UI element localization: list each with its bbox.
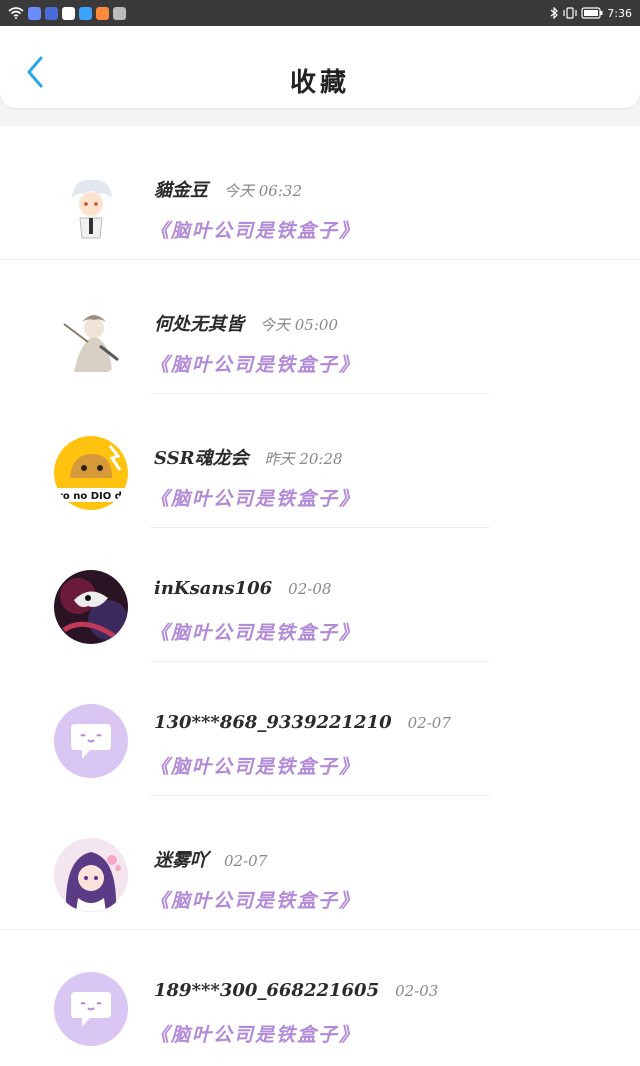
list-item[interactable]: ro no DIO d SSR魂龙会 昨天 20:28 《脑叶公司是铁盒子》 xyxy=(0,394,640,528)
user-name-text: SSR魂龙会 xyxy=(154,448,249,469)
avatar: ro no DIO d xyxy=(54,436,128,510)
favorite-title: 《脑叶公司是铁盒子》 xyxy=(150,756,361,778)
app-icon-3 xyxy=(62,6,75,20)
avatar xyxy=(54,704,128,778)
user-name: 130***868_9339221210 02-07 xyxy=(154,712,451,733)
avatar xyxy=(54,302,128,376)
list-item[interactable]: 貓金豆 今天 06:32 《脑叶公司是铁盒子》 xyxy=(0,126,640,260)
app-icon-2 xyxy=(45,6,58,20)
avatar xyxy=(54,972,128,1046)
page-title: 收藏 xyxy=(289,68,350,98)
user-name: 貓金豆 今天 06:32 xyxy=(154,176,302,202)
user-name: 迷雾吖 02-07 xyxy=(154,846,267,872)
default-avatar-icon xyxy=(54,704,128,778)
favorite-title: 《脑叶公司是铁盒子》 xyxy=(150,622,361,644)
vibrate-icon xyxy=(563,7,577,19)
favorite-time: 02-07 xyxy=(224,852,268,870)
app-icon-5 xyxy=(96,6,109,20)
battery-icon xyxy=(581,7,603,19)
status-bar-left xyxy=(8,6,126,20)
favorite-time: 昨天 20:28 xyxy=(264,450,343,468)
list-item[interactable]: 何处无其皆 今天 05:00 《脑叶公司是铁盒子》 xyxy=(0,260,640,394)
avatar xyxy=(54,168,128,242)
user-name: 何处无其皆 今天 05:00 xyxy=(154,310,338,336)
avatar xyxy=(54,838,128,912)
favorite-title: 《脑叶公司是铁盒子》 xyxy=(150,488,361,510)
header-bar: 收藏 xyxy=(0,26,640,108)
user-name-text: 何处无其皆 xyxy=(154,314,244,335)
status-time: 7:36 xyxy=(607,6,632,20)
user-name: SSR魂龙会 昨天 20:28 xyxy=(154,444,343,470)
favorites-list: 貓金豆 今天 06:32 《脑叶公司是铁盒子》 何处无其皆 今天 05:00 《脑叶… xyxy=(0,126,640,1066)
status-bar-right: 7:36 xyxy=(550,7,632,20)
user-name-text: 貓金豆 xyxy=(154,180,208,201)
user-name: inKsans106 02-08 xyxy=(154,578,331,599)
app-icon-1 xyxy=(28,6,41,20)
app-icon-6 xyxy=(113,6,126,20)
favorite-title: 《脑叶公司是铁盒子》 xyxy=(150,354,361,376)
user-name-text: 189***300_668221605 xyxy=(154,980,380,1001)
favorite-time: 02-08 xyxy=(288,580,332,598)
user-name-text: 130***868_9339221210 xyxy=(154,712,392,733)
favorite-title: 《脑叶公司是铁盒子》 xyxy=(150,220,361,242)
svg-text:ro no DIO d: ro no DIO d xyxy=(58,491,122,502)
user-name-text: inKsans106 xyxy=(154,578,273,599)
avatar xyxy=(54,570,128,644)
list-item[interactable]: inKsans106 02-08 《脑叶公司是铁盒子》 xyxy=(0,528,640,662)
user-name-text: 迷雾吖 xyxy=(154,850,208,871)
list-item[interactable]: 130***868_9339221210 02-07 《脑叶公司是铁盒子》 xyxy=(0,662,640,796)
favorite-time: 今天 06:32 xyxy=(224,182,302,200)
user-name: 189***300_668221605 02-03 xyxy=(154,980,438,1001)
favorite-time: 02-03 xyxy=(395,982,439,1000)
app-icon-4 xyxy=(79,6,92,20)
list-item[interactable]: 189***300_668221605 02-03 《脑叶公司是铁盒子》 xyxy=(0,930,640,1064)
list-item[interactable]: 迷雾吖 02-07 《脑叶公司是铁盒子》 xyxy=(0,796,640,930)
default-avatar-icon xyxy=(54,972,128,1046)
favorite-title: 《脑叶公司是铁盒子》 xyxy=(150,1024,361,1046)
status-bar: 7:36 xyxy=(0,0,640,26)
favorite-title: 《脑叶公司是铁盒子》 xyxy=(150,890,361,912)
favorite-time: 02-07 xyxy=(407,714,451,732)
favorite-time: 今天 05:00 xyxy=(260,316,338,334)
wifi-icon xyxy=(8,7,24,19)
bluetooth-icon xyxy=(550,7,559,19)
